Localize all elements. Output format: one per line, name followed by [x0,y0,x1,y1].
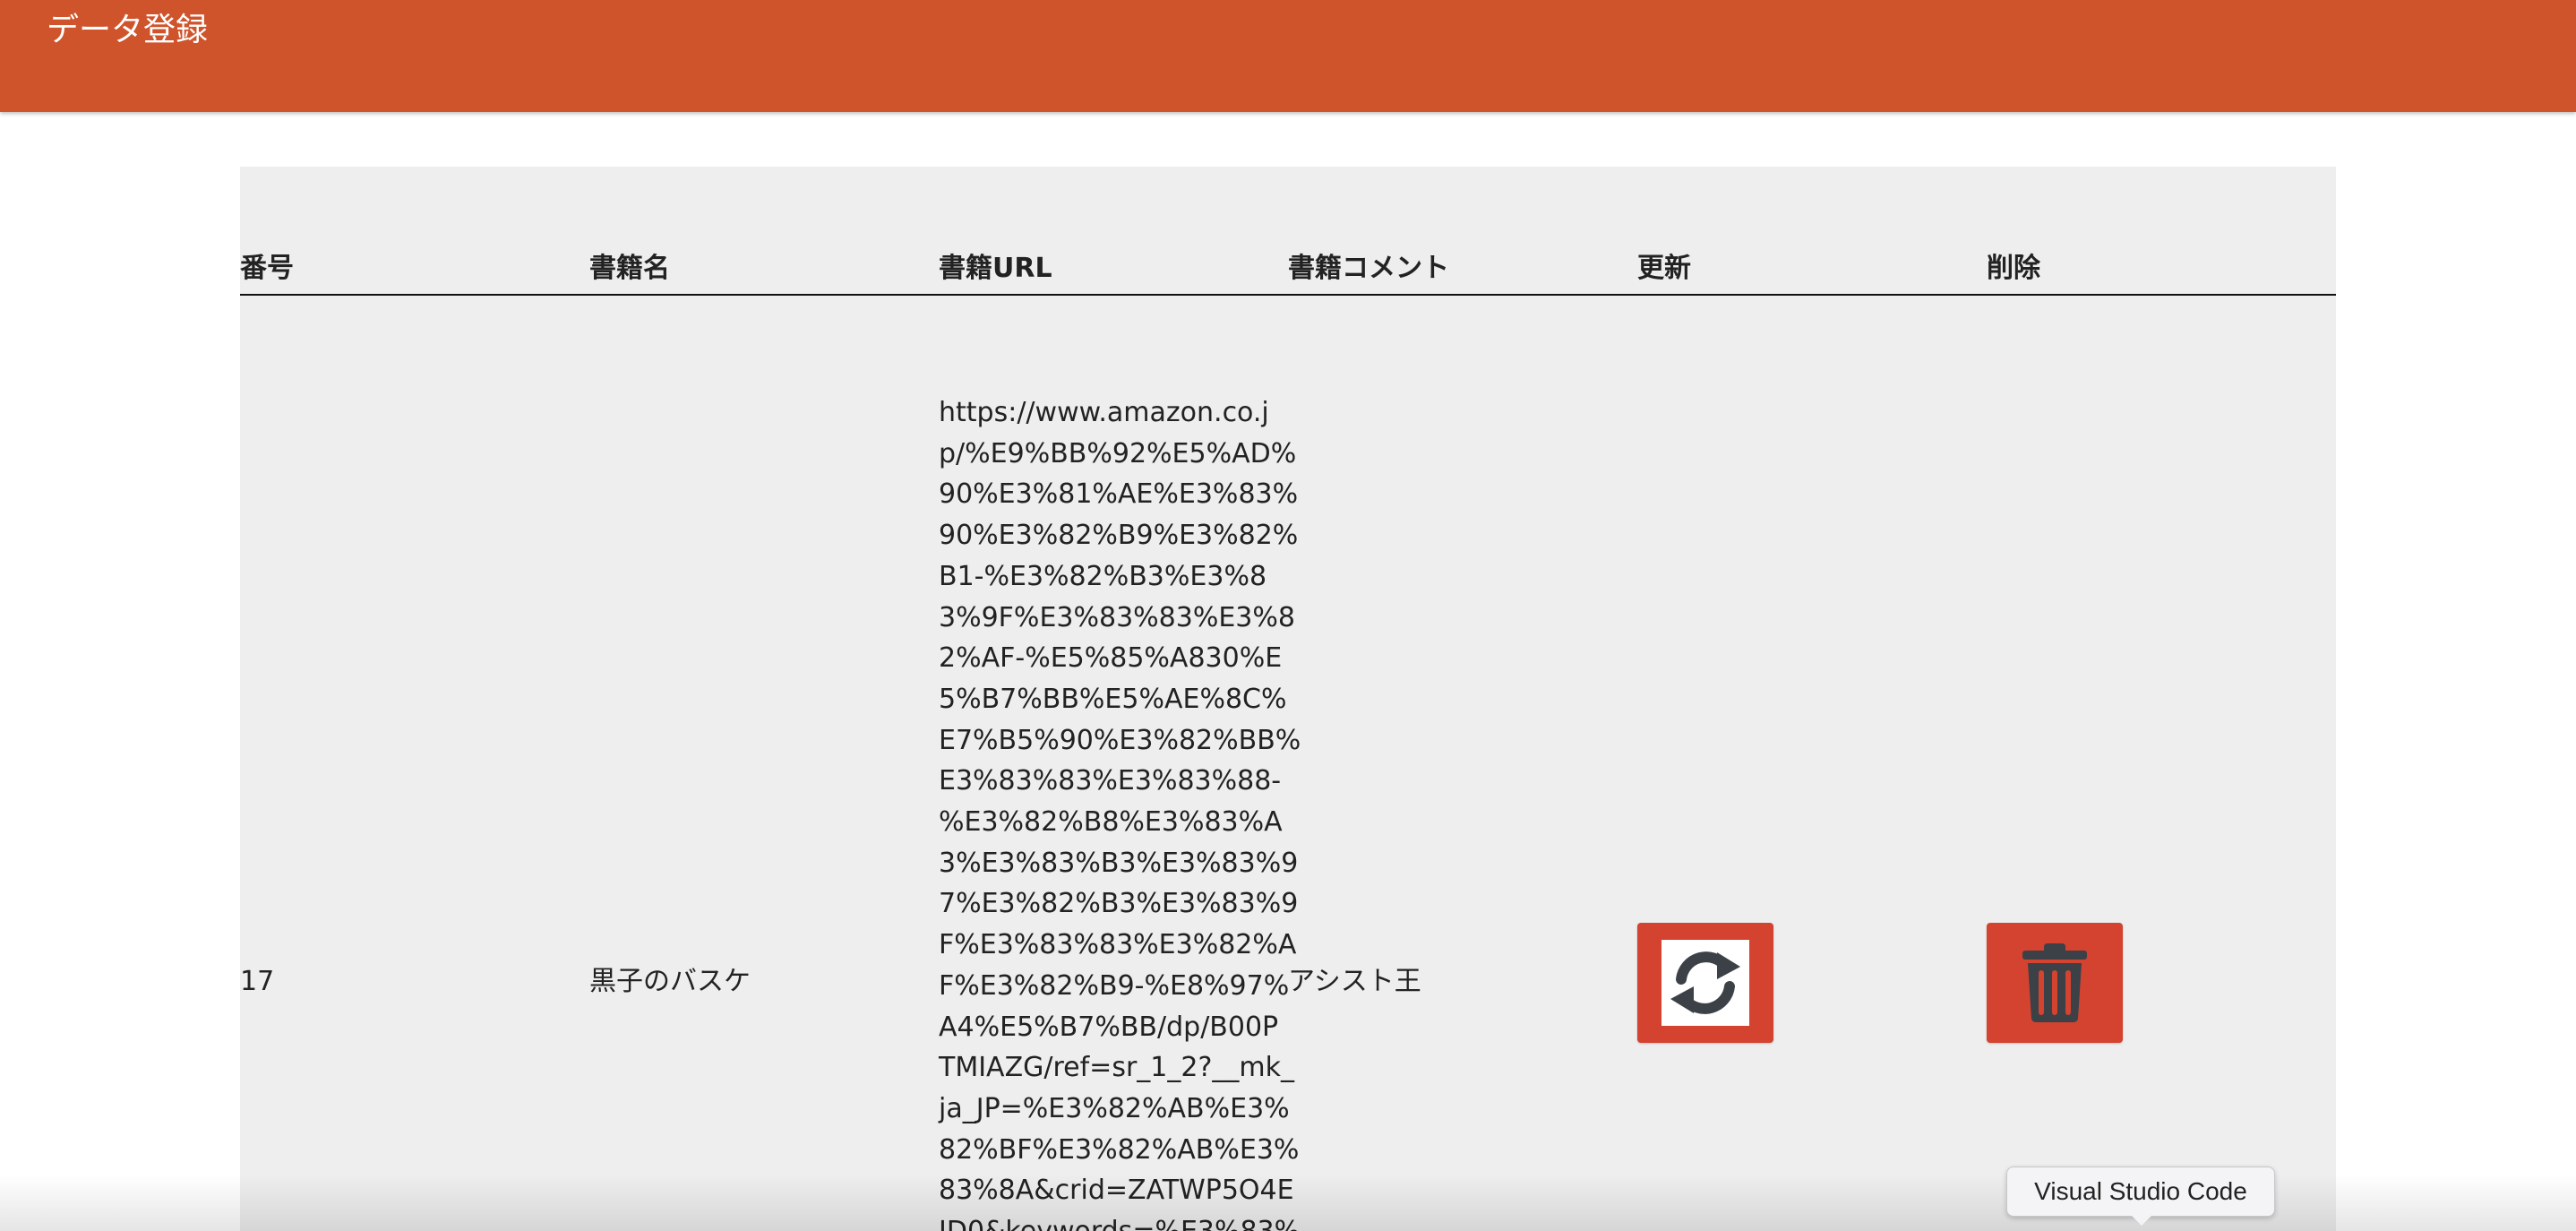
column-header-book-url: 書籍URL [939,253,1052,284]
url-line: https://www.amazon.co.j [939,397,1269,428]
column-header-book-title: 書籍名 [589,253,670,284]
url-line: E3%83%83%E3%83%88- [939,765,1282,797]
url-line: TMIAZG/ref=sr_1_2?__mk_ [939,1052,1294,1084]
row-book-comment: アシスト王 [1288,966,1421,997]
url-line: E7%B5%90%E3%82%BB% [939,724,1301,756]
app-header: データ登録 [0,0,2576,112]
url-line: ja_JP=%E3%82%AB%E3% [939,1092,1290,1124]
column-header-book-comment: 書籍コメント [1288,253,1449,284]
url-line: 2%AF-%E5%85%A830%E [939,642,1283,675]
url-line: 90%E3%81%AE%E3%83% [939,478,1299,511]
row-number: 17 [240,966,275,997]
url-line: 90%E3%82%B9%E3%82% [939,520,1299,552]
row-book-url: https://www.amazon.co.j p/%E9%BB%92%E5%A… [939,392,1301,1231]
column-header-update: 更新 [1637,253,1691,284]
url-line: B1-%E3%82%B3%E3%8 [939,560,1267,592]
data-table: 番号 書籍名 書籍URL 書籍コメント 更新 削除 17 黒子のバスケ http… [240,167,2336,1231]
column-header-number: 番号 [240,253,294,284]
url-line: 7%E3%82%B3%E3%83%9 [939,888,1299,920]
url-line: ID0&keywords=%E3%83% [939,1211,1300,1231]
refresh-icon [1662,940,1749,1026]
trash-icon [2019,942,2091,1024]
url-line: A4%E5%B7%BB/dp/B00P [939,1011,1279,1043]
url-line: 3%E3%83%B3%E3%83%9 [939,847,1299,879]
url-line: 83%8A&crid=ZATWP5O4E [939,1175,1294,1207]
url-line: F%E3%83%83%E3%82%A [939,929,1297,961]
url-line: F%E3%82%B9-%E8%97% [939,969,1290,1002]
page-title: データ登録 [47,12,209,48]
url-line: %E3%82%B8%E3%83%A [939,806,1283,839]
update-button[interactable] [1637,923,1773,1043]
dock-tooltip: Visual Studio Code [2006,1166,2275,1217]
column-header-delete: 削除 [1987,253,2040,284]
table-header: 番号 書籍名 書籍URL 書籍コメント 更新 削除 [240,167,2336,296]
url-line: 82%BF%E3%82%AB%E3% [939,1133,1300,1166]
url-line: 5%B7%BB%E5%AE%8C% [939,683,1287,715]
tooltip-pointer [2131,1215,2152,1226]
url-line: p/%E9%BB%92%E5%AD% [939,437,1297,469]
delete-button[interactable] [1987,923,2123,1043]
url-line: 3%9F%E3%83%83%E3%8 [939,601,1295,633]
row-book-title: 黒子のバスケ [589,966,751,997]
